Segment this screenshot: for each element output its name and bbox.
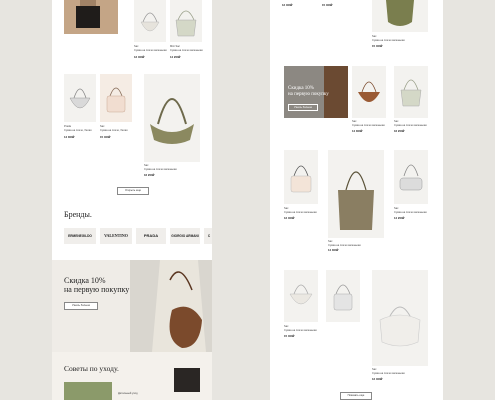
product-price: 15 400₽: [322, 3, 333, 7]
product-desc: Сумка на плече маленькая: [394, 211, 427, 214]
product-desc: Сумка на плече маленькая: [284, 329, 317, 332]
product-image: [372, 0, 428, 32]
product-price: 12 400₽: [284, 216, 295, 220]
care-title: Советы по уходу.: [64, 364, 119, 373]
product-desc: Сумка на плече маленькая: [328, 244, 361, 247]
product-card[interactable]: Sac Сумка на плече маленькая 12 400₽: [134, 0, 167, 62]
product-card[interactable]: Sac Сумка на плече маленькая 14 300₽: [328, 150, 384, 252]
product-label: Sac: [372, 368, 377, 371]
product-card[interactable]: Sac Сумка на плече, белая 15 400₽: [100, 74, 132, 144]
brands-title: Бренды.: [64, 210, 92, 219]
product-card[interactable]: Mini Sac Сумка на плече маленькая 14 200…: [170, 0, 203, 62]
care-section: Советы по уходу. Детальный уход: [52, 352, 212, 400]
product-image: [326, 270, 360, 322]
product-image: [284, 270, 318, 322]
product-image: [170, 0, 202, 42]
promo-banner: Скидка 10% на первую покупку Узнать боль…: [52, 260, 212, 352]
product-desc: Сумка на плече маленькая: [372, 39, 405, 42]
product-price: 15 400₽: [284, 334, 295, 338]
promo-line2: на первую покупку: [288, 92, 329, 97]
product-desc: Сумка на плече, белая: [64, 129, 92, 132]
product-card[interactable]: Sac Сумка на плече маленькая 14 300₽: [352, 66, 386, 136]
product-price: 14 300₽: [352, 129, 363, 133]
show-more-button[interactable]: Показать еще: [340, 392, 372, 400]
product-image: [134, 0, 166, 42]
promo-banner: Скидка 10% на первую покупку Узнать боль…: [284, 66, 348, 118]
product-card[interactable]: Sac Сумка на плече маленькая 12 400₽: [372, 270, 428, 382]
product-price: 16 200₽: [144, 173, 155, 177]
brand-tile[interactable]: ERMENEGILDO: [64, 228, 96, 244]
product-image: [64, 74, 96, 122]
product-label: Prada: [64, 125, 71, 128]
product-desc: Сумка на плече маленькая: [170, 49, 203, 52]
product-label: Sac: [394, 207, 399, 210]
product-image: [100, 74, 132, 122]
show-more-button[interactable]: Открыть еще: [117, 187, 149, 195]
product-card[interactable]: Sac Сумка на плече маленькая 16 200₽: [144, 74, 200, 178]
product-price: 16 200₽: [394, 129, 405, 133]
product-price: 12 400₽: [134, 55, 145, 59]
product-price: 15 400₽: [100, 135, 111, 139]
product-card[interactable]: Sac Сумка на плече маленькая 14 200₽: [394, 150, 428, 230]
product-desc: Сумка на плече маленькая: [134, 49, 167, 52]
product-image: [394, 150, 428, 204]
product-desc: Сумка на плече маленькая: [394, 124, 427, 127]
product-price: 14 200₽: [170, 55, 181, 59]
product-desc: Сумка на плече маленькая: [284, 211, 317, 214]
product-card[interactable]: Sac Сумка на плече маленькая 15 400₽: [284, 270, 318, 345]
product-image: [394, 66, 428, 118]
care-image: [64, 382, 112, 400]
product-label: Sac: [100, 125, 105, 128]
product-image: [328, 150, 384, 238]
promo-line1: Скидка 10%: [64, 276, 106, 285]
promo-button[interactable]: Узнать больше: [288, 104, 318, 111]
product-card[interactable]: Sac Сумка на плече маленькая 12 400₽: [284, 150, 318, 230]
brand-tile[interactable]: VALENTINO: [100, 228, 132, 244]
product-desc: Сумка на плече маленькая: [372, 372, 405, 375]
product-price: 14 300₽: [328, 248, 339, 252]
product-desc: Сумка на плече, белая: [100, 129, 128, 132]
care-item-label: Детальный уход: [118, 392, 138, 395]
promo-line2: на первую покупку: [64, 285, 130, 294]
page-mockup-left: Sac Сумка на плече маленькая 12 400₽ Min…: [52, 0, 212, 400]
promo-image: [130, 260, 212, 352]
product-label: Sac: [134, 45, 139, 48]
product-label: Sac: [352, 120, 357, 123]
care-image: [174, 368, 200, 392]
product-card[interactable]: Sac Сумка на плече маленькая 15 400₽: [372, 0, 428, 52]
brand-tile[interactable]: C: [204, 228, 212, 244]
product-price: 12 400₽: [372, 377, 383, 381]
page-mockup-right: 12 400₽ 15 400₽ Sac Сумка на плече мален…: [270, 0, 443, 400]
product-desc: Сумка на плече маленькая: [352, 124, 385, 127]
product-label: Sac: [144, 164, 149, 167]
product-card[interactable]: Prada Сумка на плече, белая 14 300₽: [64, 74, 96, 144]
product-image: [372, 270, 428, 366]
promo-button[interactable]: Узнать больше: [64, 302, 98, 310]
product-image: [144, 74, 200, 162]
brand-tile[interactable]: GIORGIO ARMANI: [170, 228, 200, 244]
product-image: [284, 150, 318, 204]
product-price: 14 300₽: [64, 135, 75, 139]
product-label: Sac: [284, 325, 289, 328]
product-label: Sac: [394, 120, 399, 123]
product-card[interactable]: Sac Сумка на плече маленькая 16 200₽: [394, 66, 428, 136]
product-desc: Сумка на плече маленькая: [144, 168, 177, 171]
product-price: 14 200₽: [394, 216, 405, 220]
product-label: Mini Sac: [170, 45, 180, 48]
product-label: Sac: [284, 207, 289, 210]
product-card[interactable]: [326, 270, 360, 345]
product-image: [352, 66, 386, 118]
product-price: 12 400₽: [282, 3, 293, 7]
promo-line1: Скидка 10%: [288, 86, 314, 91]
product-price: 15 400₽: [372, 44, 383, 48]
product-label: Sac: [372, 35, 377, 38]
hero-image: [64, 0, 118, 34]
product-label: Sac: [328, 240, 333, 243]
brand-tile[interactable]: PRADA: [136, 228, 166, 244]
